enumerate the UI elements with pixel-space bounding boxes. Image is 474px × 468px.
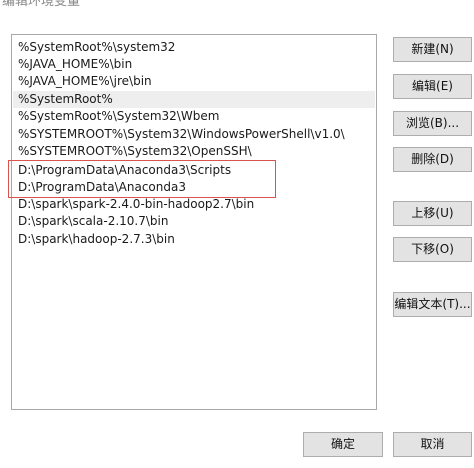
- list-item[interactable]: %SystemRoot%\System32\Wbem: [13, 108, 375, 125]
- list-item[interactable]: D:\spark\hadoop-2.7.3\bin: [13, 231, 375, 248]
- edit-env-variable-dialog: 编辑环境变量 %SystemRoot%\system32 %JAVA_HOME%…: [0, 0, 474, 468]
- list-item[interactable]: D:\spark\spark-2.4.0-bin-hadoop2.7\bin: [13, 196, 375, 213]
- new-button[interactable]: 新建(N): [393, 37, 472, 62]
- list-item[interactable]: %SYSTEMROOT%\System32\WindowsPowerShell\…: [13, 126, 375, 143]
- move-down-button[interactable]: 下移(O): [393, 237, 472, 262]
- ok-button[interactable]: 确定: [303, 432, 383, 457]
- move-up-button[interactable]: 上移(U): [393, 201, 472, 226]
- list-item[interactable]: D:\spark\scala-2.10.7\bin: [13, 213, 375, 230]
- delete-button[interactable]: 删除(D): [393, 147, 472, 172]
- list-item[interactable]: %JAVA_HOME%\jre\bin: [13, 73, 375, 90]
- path-listbox[interactable]: %SystemRoot%\system32 %JAVA_HOME%\bin %J…: [11, 34, 377, 410]
- list-item[interactable]: D:\ProgramData\Anaconda3\Scripts: [13, 162, 375, 179]
- list-item[interactable]: D:\ProgramData\Anaconda3: [13, 179, 375, 196]
- cancel-button[interactable]: 取消: [393, 432, 472, 457]
- dialog-title: 编辑环境变量: [2, 0, 81, 9]
- list-item[interactable]: %JAVA_HOME%\bin: [13, 56, 375, 73]
- list-item[interactable]: %SystemRoot%\system32: [13, 39, 375, 56]
- edit-button[interactable]: 编辑(E): [393, 74, 472, 99]
- list-item[interactable]: %SYSTEMROOT%\System32\OpenSSH\: [13, 143, 375, 160]
- browse-button[interactable]: 浏览(B)...: [393, 111, 472, 136]
- edit-text-button[interactable]: 编辑文本(T)...: [393, 292, 472, 317]
- list-item-selected[interactable]: %SystemRoot%: [13, 91, 375, 108]
